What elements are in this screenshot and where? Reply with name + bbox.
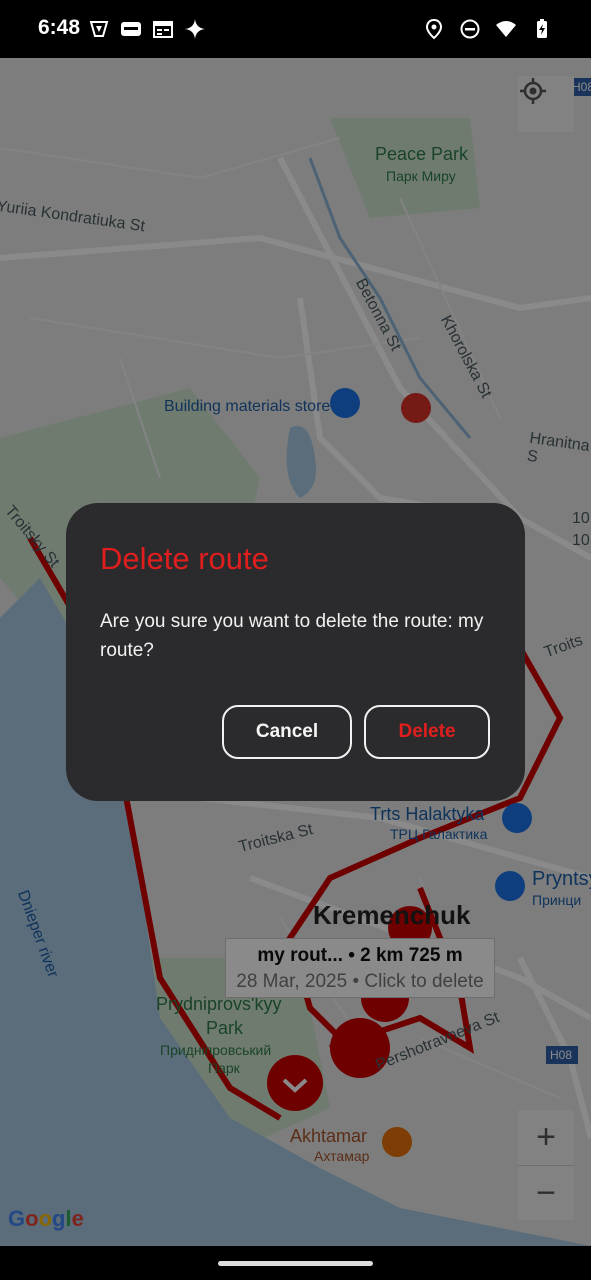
status-bar: 6:48	[0, 0, 591, 58]
home-gesture-handle[interactable]	[218, 1261, 373, 1266]
wifi-icon	[495, 18, 517, 40]
cancel-button[interactable]: Cancel	[222, 705, 352, 759]
calendar-icon	[152, 18, 174, 40]
navigation-bar	[0, 1246, 591, 1280]
battery-charging-icon	[531, 18, 553, 40]
sparkle-icon	[184, 18, 206, 40]
do-not-disturb-icon	[459, 18, 481, 40]
comfy-app-icon	[120, 18, 142, 40]
status-time: 6:48	[38, 16, 81, 39]
location-icon	[423, 18, 445, 40]
dialog-title: Delete route	[100, 541, 269, 576]
delete-route-dialog: Delete route Are you sure you want to de…	[66, 503, 525, 801]
delete-button[interactable]: Delete	[364, 705, 490, 759]
dialog-message: Are you sure you want to delete the rout…	[100, 611, 484, 661]
vpn-shield-icon	[88, 18, 110, 40]
